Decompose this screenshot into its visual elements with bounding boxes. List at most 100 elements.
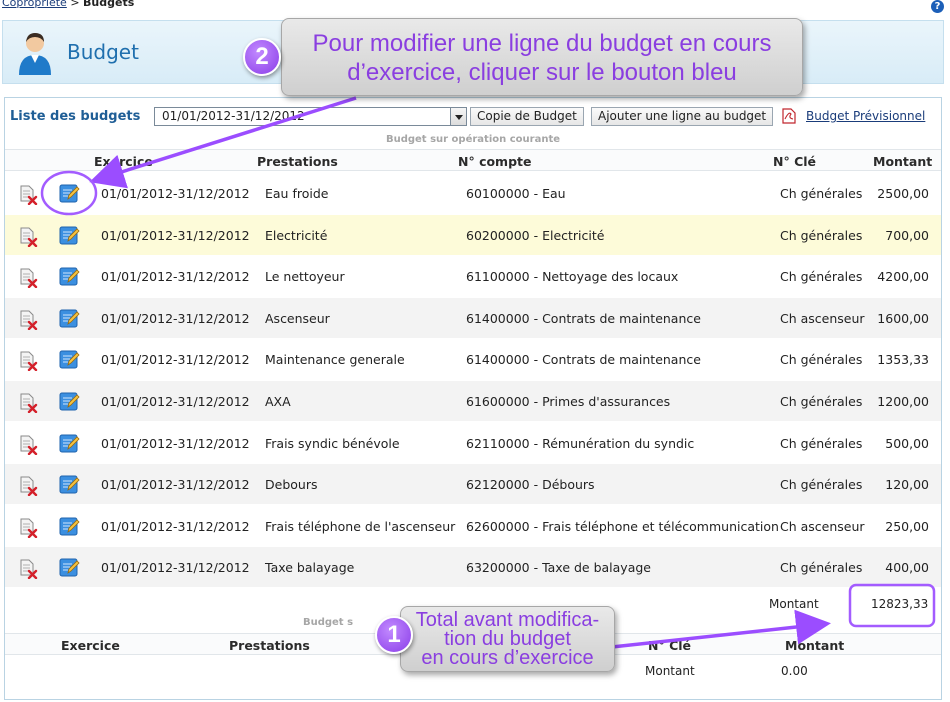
pdf-icon[interactable]: [782, 108, 796, 124]
row-compte: 60100000 - Eau: [466, 186, 566, 201]
column-header-prestations: Prestations: [257, 154, 338, 169]
row-compte: 62120000 - Débours: [466, 477, 595, 493]
user-avatar-icon: [19, 33, 51, 75]
total-value-current: 12823,33: [871, 597, 929, 611]
row-cle: Ch générales: [780, 394, 863, 409]
row-montant: 1353,33: [877, 352, 929, 368]
row-montant: 500,00: [885, 435, 929, 451]
edit-line-icon[interactable]: [59, 225, 80, 246]
table-row: 01/01/2012-31/12/2012 AXA 61600000 - Prime…: [5, 381, 941, 422]
budget-list-label: Liste des budgets: [10, 109, 141, 124]
callout-1-line1: Total avant modifica-: [415, 609, 600, 631]
table-row: 01/01/2012-31/12/2012 Electricité 60200000…: [5, 214, 941, 256]
row-prestation: Ascenseur: [265, 310, 330, 326]
callout-1-line3: en cours d’exercice: [421, 647, 594, 669]
breadcrumb-current: Budgets: [83, 0, 135, 9]
callout-edit-instruction: Pour modifier une ligne du budget en cou…: [281, 18, 803, 96]
delete-line-icon[interactable]: [18, 227, 38, 247]
table-header-current: Exercice Prestations N° compte N° Clé Mo…: [5, 149, 941, 171]
row-cle: Ch ascenseur: [780, 518, 865, 534]
help-icon[interactable]: ?: [931, 0, 944, 13]
callout-2-line1: Pour modifier une ligne du budget en cou…: [312, 30, 772, 57]
edit-line-icon[interactable]: [59, 183, 80, 204]
row-prestation: Maintenance generale: [265, 352, 405, 368]
edit-line-icon[interactable]: [59, 266, 80, 287]
breadcrumb-separator: >: [66, 0, 84, 9]
row-exercice: 01/01/2012-31/12/2012: [101, 227, 250, 243]
delete-line-icon[interactable]: [18, 476, 38, 497]
row-prestation: Le nettoyeur: [265, 269, 345, 285]
row-prestation: AXA: [265, 394, 291, 409]
row-compte: 62600000 - Frais téléphone et télécommun…: [466, 518, 779, 534]
table-row: 01/01/2012-31/12/2012 Eau froide 60100000 …: [5, 173, 941, 214]
edit-line-icon[interactable]: [59, 308, 80, 329]
row-montant: 1200,00: [877, 394, 929, 409]
table-row: 01/01/2012-31/12/2012 Maintenance general…: [5, 339, 941, 381]
column-header-cle-2: N° Clé: [648, 638, 691, 653]
row-compte: 62110000 - Rémunération du syndic: [466, 435, 695, 451]
row-exercice: 01/01/2012-31/12/2012: [101, 186, 250, 201]
row-exercice: 01/01/2012-31/12/2012: [101, 352, 250, 368]
table-row: 01/01/2012-31/12/2012 Debours 62120000 - D…: [5, 464, 941, 506]
add-budget-line-button[interactable]: Ajouter une ligne au budget: [591, 107, 774, 126]
delete-line-icon[interactable]: [18, 393, 38, 414]
delete-line-icon[interactable]: [18, 268, 38, 289]
row-compte: 60200000 - Electricité: [466, 227, 605, 243]
row-montant: 250,00: [885, 518, 929, 534]
delete-line-icon[interactable]: [18, 351, 38, 372]
callout-badge-1: 1: [375, 616, 413, 654]
row-exercice: 01/01/2012-31/12/2012: [101, 477, 250, 493]
edit-line-icon[interactable]: [59, 557, 80, 578]
row-cle: Ch générales: [780, 352, 863, 368]
callout-total-before-change: Total avant modifica- tion du budget en …: [400, 606, 615, 672]
row-prestation: Electricité: [265, 227, 328, 243]
row-cle: Ch générales: [780, 560, 863, 576]
column-header-prestations-2: Prestations: [229, 638, 310, 653]
delete-line-icon[interactable]: [18, 435, 38, 455]
row-compte: 61600000 - Primes d'assurances: [466, 394, 671, 409]
row-exercice: 01/01/2012-31/12/2012: [101, 394, 250, 409]
edit-line-icon[interactable]: [59, 433, 80, 454]
budget-previsionnel-link[interactable]: Budget Prévisionnel: [806, 109, 925, 123]
toolbar: Liste des budgets 01/01/2012-31/12/2012 …: [5, 98, 941, 132]
row-compte: 61100000 - Nettoyage des locaux: [466, 269, 679, 285]
row-montant: 2500,00: [877, 186, 929, 201]
total-label-exceptional: Montant: [645, 664, 695, 678]
column-header-exercice-2: Exercice: [61, 638, 120, 653]
edit-line-icon[interactable]: [59, 474, 80, 495]
delete-line-icon[interactable]: [18, 559, 38, 580]
callout-badge-2: 2: [243, 38, 281, 76]
delete-line-icon[interactable]: [18, 185, 38, 206]
column-header-cle: N° Clé: [773, 154, 816, 169]
budget-period-value: 01/01/2012-31/12/2012: [162, 109, 305, 123]
row-montant: 1600,00: [877, 310, 929, 326]
chevron-down-icon[interactable]: [450, 107, 467, 126]
edit-line-icon[interactable]: [59, 391, 80, 412]
callout-2-line2: d’exercice, cliquer sur le bouton bleu: [347, 59, 737, 86]
total-value-exceptional: 0.00: [781, 664, 808, 678]
row-montant: 4200,00: [877, 269, 929, 285]
column-header-exercice: Exercice: [94, 154, 153, 169]
edit-line-icon[interactable]: [59, 516, 80, 537]
delete-line-icon[interactable]: [18, 518, 38, 538]
row-cle: Ch ascenseur: [780, 310, 865, 326]
row-prestation: Eau froide: [265, 186, 329, 201]
row-compte: 63200000 - Taxe de balayage: [466, 560, 651, 576]
row-prestation: Debours: [265, 477, 318, 493]
breadcrumb: Copropriété > Budgets: [2, 0, 134, 9]
row-montant: 120,00: [885, 477, 929, 493]
budget-period-select[interactable]: 01/01/2012-31/12/2012: [154, 107, 467, 126]
row-prestation: Frais syndic bénévole: [265, 435, 400, 451]
row-montant: 700,00: [885, 227, 929, 243]
row-exercice: 01/01/2012-31/12/2012: [101, 269, 250, 285]
delete-line-icon[interactable]: [18, 310, 38, 330]
table-row: 01/01/2012-31/12/2012 Frais syndic bénévo…: [5, 422, 941, 464]
row-compte: 61400000 - Contrats de maintenance: [466, 310, 701, 326]
table-row: 01/01/2012-31/12/2012 Ascenseur 61400000 -…: [5, 297, 941, 339]
page-title: Budget: [67, 40, 139, 64]
row-cle: Ch générales: [780, 227, 863, 243]
edit-line-icon[interactable]: [59, 349, 80, 370]
row-prestation: Frais téléphone de l'ascenseur: [265, 518, 456, 534]
breadcrumb-link-copropriete[interactable]: Copropriété: [2, 0, 67, 9]
copy-budget-button[interactable]: Copie de Budget: [470, 107, 584, 126]
